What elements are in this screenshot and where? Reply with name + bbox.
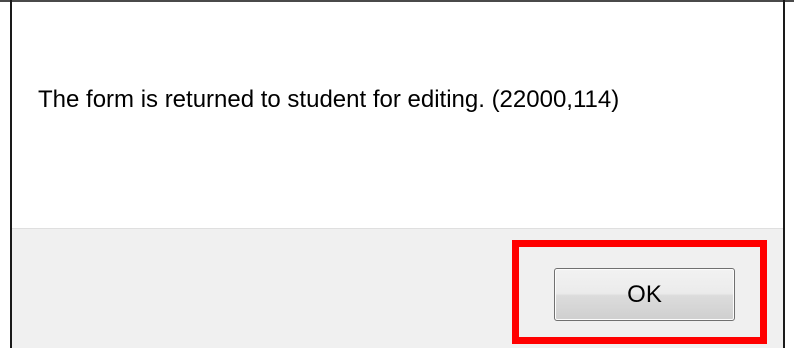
- dialog-message-area: [12, 2, 783, 228]
- message-dialog: The form is returned to student for edit…: [0, 0, 794, 348]
- dialog-message: The form is returned to student for edit…: [38, 86, 620, 113]
- dialog-right-border: [783, 0, 785, 348]
- ok-button[interactable]: OK: [554, 268, 735, 321]
